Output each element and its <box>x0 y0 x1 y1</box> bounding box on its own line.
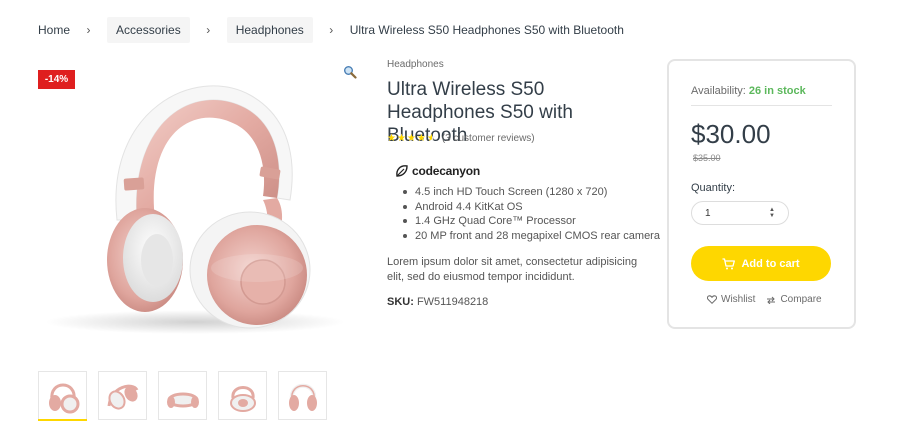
product-description: Lorem ipsum dolor sit amet, consectetur … <box>387 256 638 283</box>
brand-name: codecanyon <box>412 164 481 178</box>
breadcrumb-accessories-link[interactable]: Accessories <box>107 17 190 43</box>
quantity-stepper[interactable]: 1 ▲ ▼ <box>691 201 789 225</box>
quantity-value: 1 <box>705 207 711 219</box>
availability: Availability: 26 in stock <box>691 85 832 106</box>
breadcrumb-separator-icon: › <box>206 23 211 37</box>
quantity-label: Quantity: <box>691 182 736 194</box>
breadcrumb-separator-icon: › <box>86 23 91 37</box>
star-rating-icon: ★★★★★★★★★★ <box>387 133 437 144</box>
feature-list: 4.5 inch HD Touch Screen (1280 x 720) An… <box>403 185 660 243</box>
product-category-link[interactable]: Headphones <box>387 59 444 70</box>
breadcrumb-separator-icon: › <box>329 23 334 37</box>
compare-link[interactable]: Compare <box>766 294 822 305</box>
product-main-image[interactable] <box>45 70 350 340</box>
feature-item: 20 MP front and 28 megapixel CMOS rear c… <box>403 229 660 244</box>
feature-item: 4.5 inch HD Touch Screen (1280 x 720) <box>403 185 660 200</box>
wishlist-label: Wishlist <box>721 294 756 305</box>
product-sku: SKU: FW511948218 <box>387 296 488 308</box>
thumbnail-1[interactable] <box>38 371 87 421</box>
thumbnail-3[interactable] <box>158 371 207 420</box>
compare-label: Compare <box>780 294 822 305</box>
feature-item: 1.4 GHz Quad Core™ Processor <box>403 214 660 229</box>
product-rating: ★★★★★★★★★★ (3 customer reviews) <box>387 133 535 144</box>
breadcrumb-home-link[interactable]: Home <box>38 17 70 43</box>
thumbnail-strip <box>38 371 338 421</box>
sku-value: FW511948218 <box>416 296 489 308</box>
breadcrumb-headphones-link[interactable]: Headphones <box>226 17 313 43</box>
availability-value: 26 in stock <box>748 85 806 97</box>
sku-label: SKU: <box>387 296 414 308</box>
thumbnail-4[interactable] <box>218 371 267 420</box>
cart-icon <box>722 257 736 269</box>
leaf-icon <box>396 165 408 177</box>
availability-label: Availability: <box>691 85 746 97</box>
product-actions: Wishlist Compare <box>707 294 833 305</box>
brand-logo[interactable]: codecanyon <box>395 164 480 178</box>
thumbnail-2[interactable] <box>98 371 147 420</box>
wishlist-link[interactable]: Wishlist <box>707 294 755 305</box>
thumbnail-5[interactable] <box>278 371 327 420</box>
heart-icon <box>707 295 717 304</box>
add-to-cart-label: Add to cart <box>741 257 800 270</box>
product-price: $30.00 <box>691 119 771 149</box>
feature-item: Android 4.4 KitKat OS <box>403 200 660 215</box>
add-to-cart-button[interactable]: Add to cart <box>691 246 831 281</box>
old-price: $35.00 <box>693 153 721 163</box>
compare-arrows-icon <box>767 296 776 304</box>
breadcrumb-current: Ultra Wireless S50 Headphones S50 with B… <box>349 23 624 37</box>
reviews-link[interactable]: (3 customer reviews) <box>442 133 535 144</box>
purchase-panel: Availability: 26 in stock $30.00 $35.00 … <box>667 59 856 329</box>
spinner-arrows-icon[interactable]: ▲ ▼ <box>769 207 775 221</box>
breadcrumb: Home › Accessories › Headphones › Ultra … <box>38 17 624 43</box>
